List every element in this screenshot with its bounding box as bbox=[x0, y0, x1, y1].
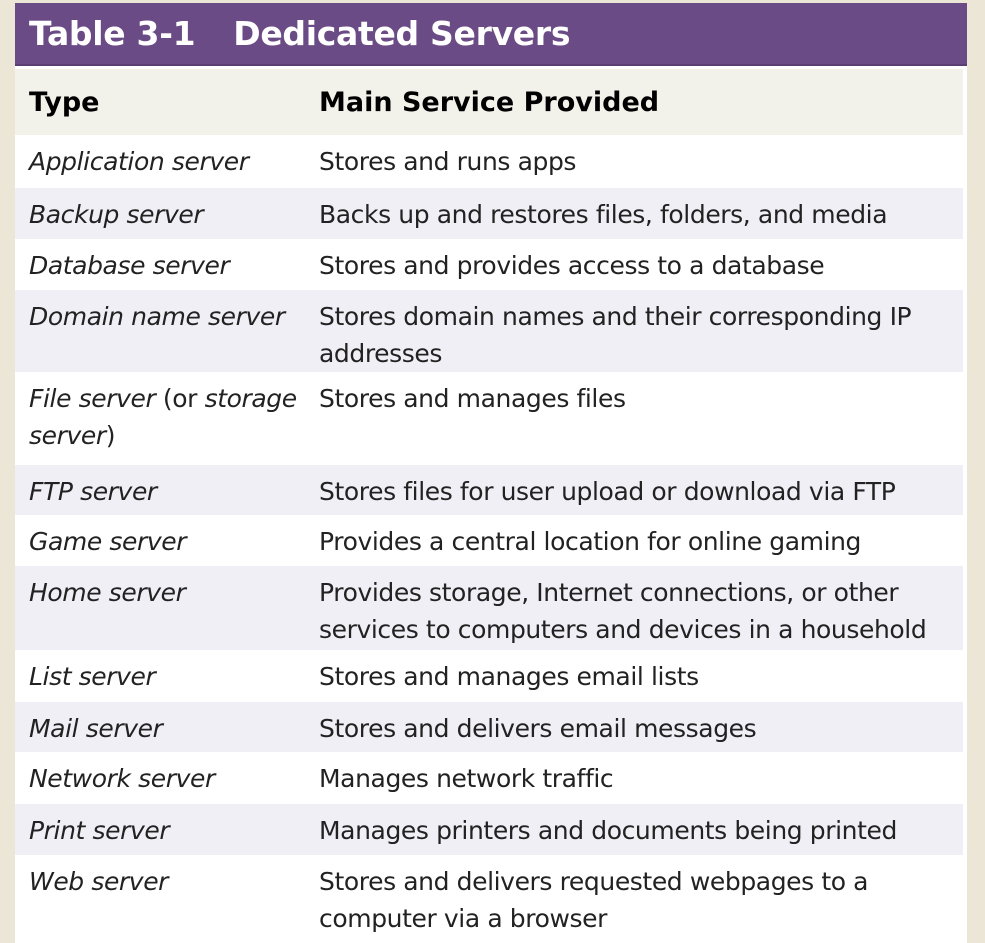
cell-type-part: (or bbox=[155, 384, 205, 413]
cell-type: FTP server bbox=[29, 477, 157, 506]
dedicated-servers-table: Table 3-1 Dedicated Servers Type Main Ser… bbox=[15, 3, 967, 943]
table-row: Mail server Stores and delivers email mes… bbox=[15, 702, 963, 752]
cell-service: Manages printers and documents being pri… bbox=[319, 816, 897, 845]
cell-type: Print server bbox=[29, 816, 170, 845]
cell-type: Home server bbox=[29, 578, 186, 607]
table-row: Print server Manages printers and documen… bbox=[15, 804, 963, 855]
cell-service: Provides a central location for online g… bbox=[319, 527, 862, 556]
table-row: Network server Manages network traffic bbox=[15, 752, 963, 804]
table-row: FTP server Stores files for user upload o… bbox=[15, 465, 963, 515]
cell-service: Stores and manages files bbox=[319, 384, 626, 413]
cell-service: Stores and manages email lists bbox=[319, 662, 699, 691]
table-row: Domain name server Stores domain names an… bbox=[15, 290, 963, 372]
cell-service: Stores and provides access to a database bbox=[319, 251, 825, 280]
cell-type: Game server bbox=[29, 527, 187, 556]
cell-type: Application server bbox=[29, 147, 249, 176]
cell-type: Web server bbox=[29, 867, 169, 896]
cell-service: Stores domain names and their correspond… bbox=[319, 302, 912, 368]
cell-type: File server (or storage server) bbox=[15, 380, 319, 465]
table-row: Game server Provides a central location f… bbox=[15, 515, 963, 566]
cell-service: Provides storage, Internet connections, … bbox=[319, 578, 927, 644]
cell-type-part: File server bbox=[29, 384, 156, 413]
cell-service: Manages network traffic bbox=[319, 764, 614, 793]
cell-type: Network server bbox=[29, 764, 215, 793]
table-row: Database server Stores and provides acces… bbox=[15, 239, 963, 290]
table-row: Backup server Backs up and restores files… bbox=[15, 188, 963, 239]
cell-type: Database server bbox=[29, 251, 230, 280]
table-title: Dedicated Servers bbox=[233, 14, 571, 53]
table-row: File server (or storage server) Stores an… bbox=[15, 372, 963, 465]
table-number: Table 3-1 bbox=[29, 14, 196, 53]
cell-service: Backs up and restores files, folders, an… bbox=[319, 200, 888, 229]
table-row: Web server Stores and delivers requested … bbox=[15, 855, 963, 937]
cell-type: Mail server bbox=[29, 714, 163, 743]
table-body: Application server Stores and runs apps Ba… bbox=[15, 135, 967, 937]
cell-service: Stores and delivers requested webpages t… bbox=[319, 867, 869, 933]
cell-type: Domain name server bbox=[29, 302, 285, 331]
cell-type: List server bbox=[29, 662, 156, 691]
cell-service: Stores and runs apps bbox=[319, 147, 577, 176]
header-type: Type bbox=[29, 86, 100, 118]
table-row: List server Stores and manages email list… bbox=[15, 650, 963, 702]
table-row: Home server Provides storage, Internet co… bbox=[15, 566, 963, 650]
table-row: Application server Stores and runs apps bbox=[15, 135, 963, 188]
header-service: Main Service Provided bbox=[319, 86, 660, 118]
cell-service: Stores and delivers email messages bbox=[319, 714, 757, 743]
cell-type-part: ) bbox=[105, 421, 116, 450]
table-title-bar: Table 3-1 Dedicated Servers bbox=[15, 3, 967, 66]
cell-service: Stores files for user upload or download… bbox=[319, 477, 896, 506]
cell-type: Backup server bbox=[29, 200, 204, 229]
table-header-row: Type Main Service Provided bbox=[15, 69, 963, 135]
